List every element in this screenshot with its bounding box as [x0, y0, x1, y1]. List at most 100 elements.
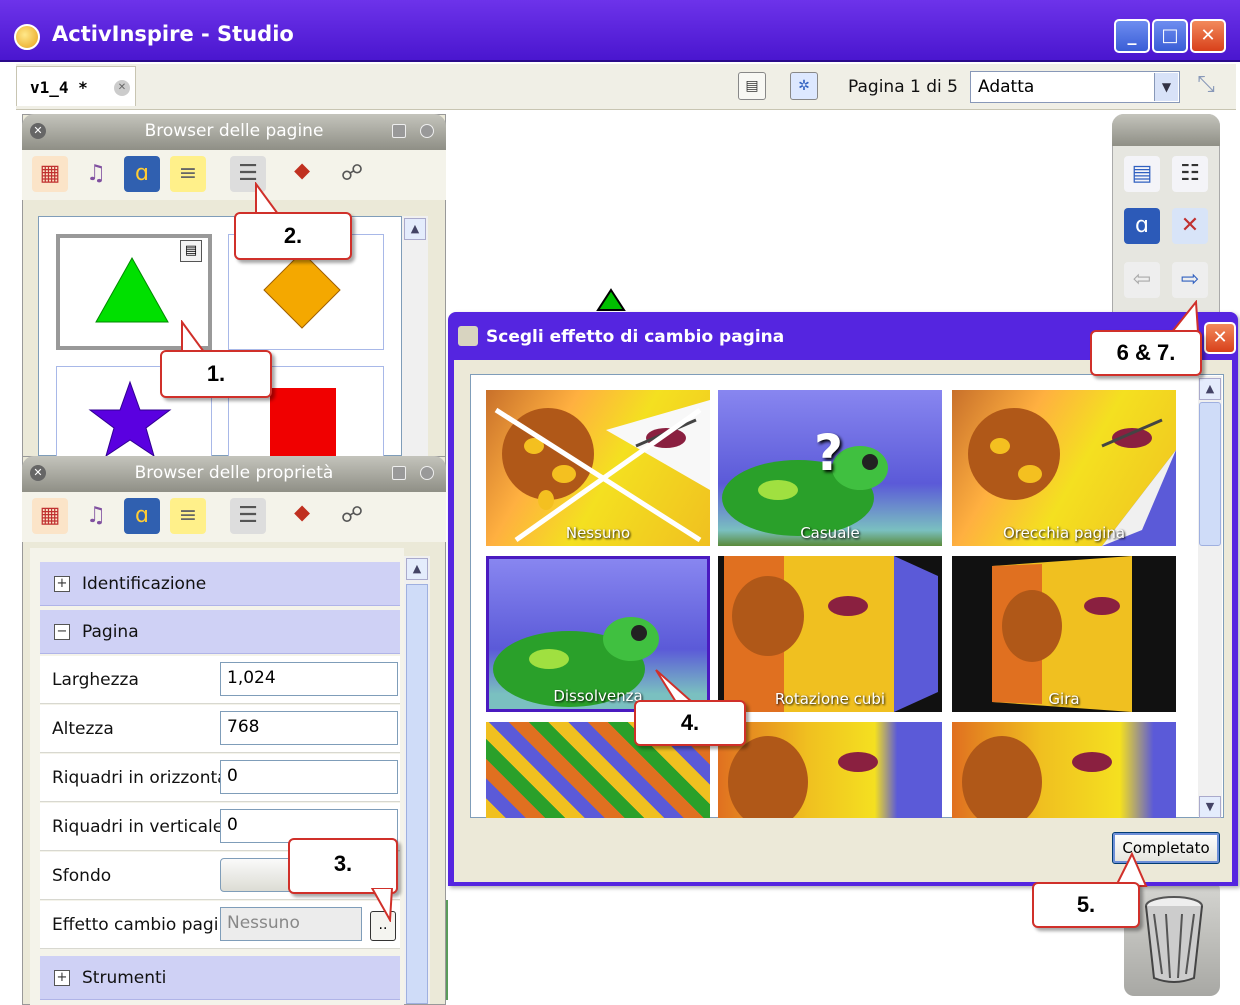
user-card-icon[interactable]: ☷ — [1172, 156, 1208, 192]
page-notes-icon[interactable]: ▤ — [738, 72, 766, 100]
property-browser-pin-icon[interactable] — [420, 466, 434, 480]
expand-icon[interactable]: + — [54, 970, 70, 986]
green-triangle — [95, 256, 169, 323]
page-list-icon[interactable]: ▤ — [1124, 156, 1160, 192]
property-browser-menu-icon[interactable] — [392, 466, 406, 480]
minimize-button[interactable]: _ — [1114, 19, 1150, 53]
larghezza-label: Larghezza — [52, 670, 139, 690]
scroll-up-icon[interactable]: ▲ — [406, 558, 428, 580]
section-identificazione[interactable]: + Identificazione — [40, 562, 400, 606]
effect-label: Gira — [1048, 690, 1080, 708]
fullscreen-icon[interactable]: ⤡ — [1186, 72, 1226, 102]
callout-3-pointer — [370, 888, 394, 922]
effect-label: Casuale — [800, 524, 860, 542]
orange-diamond — [263, 251, 341, 329]
riquadri-orizzontale-label: Riquadri in orizzonta — [52, 768, 222, 788]
section-strumenti[interactable]: + Strumenti — [40, 956, 400, 1000]
resource-browser-tab-icon[interactable]: ♫ — [78, 156, 114, 192]
effect-tile-nessuno[interactable]: Nessuno — [486, 390, 710, 546]
page-browser-tab-icon[interactable]: ▦ — [32, 156, 68, 192]
section-label: Strumenti — [82, 968, 167, 988]
next-page-icon[interactable]: ⇨ — [1172, 262, 1208, 298]
object-browser-tab-icon[interactable]: ɑ — [124, 156, 160, 192]
section-label: Identificazione — [82, 574, 207, 594]
property-browser-tab-icon[interactable]: ☰ — [230, 498, 266, 534]
effect-tile-9[interactable] — [952, 722, 1176, 818]
pen-icon[interactable]: ɑ — [1124, 208, 1160, 244]
cube-image — [724, 556, 938, 712]
effect-tile-8[interactable] — [718, 722, 942, 818]
page-notes-icon: ▤ — [180, 240, 202, 262]
resource-browser-tab-icon[interactable]: ♫ — [78, 498, 114, 534]
collapse-icon[interactable]: − — [54, 624, 70, 640]
red-square — [270, 388, 336, 458]
dialog-close-button[interactable]: ✕ — [1204, 322, 1236, 354]
scroll-up-icon[interactable]: ▲ — [1199, 378, 1221, 400]
canvas-triangle — [596, 288, 626, 311]
action-browser-tab-icon[interactable]: ⯁ — [284, 498, 320, 534]
giraffe-image — [962, 736, 1112, 818]
scroll-up-icon[interactable]: ▲ — [404, 218, 426, 240]
scroll-thumb[interactable] — [1199, 402, 1221, 546]
section-pagina[interactable]: − Pagina — [40, 610, 400, 654]
giraffe-image — [494, 400, 710, 543]
riquadri-verticale-label: Riquadri in verticale — [52, 817, 222, 837]
notes-browser-tab-icon[interactable]: ≡ — [170, 498, 206, 534]
callout-1: 1. — [160, 350, 272, 398]
maximize-button[interactable]: □ — [1152, 19, 1188, 53]
riquadri-orizzontale-field[interactable]: 0 — [220, 760, 398, 794]
larghezza-field[interactable]: 1,024 — [220, 662, 398, 696]
page-browser-scrollbar[interactable] — [402, 216, 428, 456]
question-icon: ? — [814, 424, 844, 482]
effect-tile-orecchia-pagina[interactable]: Orecchia pagina — [952, 390, 1176, 546]
object-browser-tab-icon[interactable]: ɑ — [124, 498, 160, 534]
dialog-title: Scegli effetto di cambio pagina — [486, 327, 785, 347]
chevron-down-icon[interactable]: ▼ — [1154, 73, 1178, 101]
altezza-field[interactable]: 768 — [220, 711, 398, 745]
page-browser-close-icon[interactable]: ✕ — [30, 123, 46, 139]
property-row-larghezza: Larghezza 1,024 — [40, 656, 400, 704]
page-browser-menu-icon[interactable] — [392, 124, 406, 138]
effect-tile-gira[interactable]: Gira — [952, 556, 1176, 712]
property-row-riquadri-orizzontale: Riquadri in orizzonta 0 — [40, 754, 400, 802]
sfondo-label: Sfondo — [52, 866, 112, 886]
effect-label: Rotazione cubi — [774, 690, 886, 708]
property-browser-title: Browser delle proprietà — [134, 463, 334, 483]
callout-2: 2. — [234, 212, 352, 260]
page-browser-title: Browser delle pagine — [144, 121, 324, 141]
callout-5: 5. — [1032, 882, 1140, 928]
dialog-app-icon — [458, 326, 478, 346]
page-browser-tab-icon[interactable]: ▦ — [32, 498, 68, 534]
property-row-effetto: Effetto cambio pagi Nessuno.. — [40, 901, 400, 949]
callout-3: 3. — [288, 838, 398, 894]
giraffe-image — [968, 408, 1176, 546]
trash-icon[interactable] — [1140, 894, 1208, 986]
page-browser-pin-icon[interactable] — [420, 124, 434, 138]
zoom-value: Adatta — [978, 77, 1035, 97]
document-tab-close-icon[interactable]: ✕ — [114, 80, 130, 96]
property-row-altezza: Altezza 768 — [40, 705, 400, 753]
close-button[interactable]: ✕ — [1190, 19, 1226, 53]
effect-tile-rotazione-cubi[interactable]: Rotazione cubi — [718, 556, 942, 712]
app-icon — [14, 24, 40, 50]
callout-4-pointer — [655, 669, 694, 703]
action-browser-tab-icon[interactable]: ⯁ — [284, 156, 320, 192]
scroll-thumb[interactable] — [406, 584, 428, 1004]
previous-page-icon[interactable]: ⇦ — [1124, 262, 1160, 298]
expand-icon[interactable]: + — [54, 576, 70, 592]
callout-6-7: 6 & 7. — [1090, 330, 1202, 376]
voting-browser-tab-icon[interactable]: ☍ — [334, 156, 370, 192]
voting-browser-tab-icon[interactable]: ☍ — [334, 498, 370, 534]
scroll-down-icon[interactable]: ▼ — [1199, 796, 1221, 818]
callout-6-pointer — [1169, 300, 1200, 333]
effect-tile-casuale[interactable]: ? Casuale — [718, 390, 942, 546]
page-effect-icon[interactable]: ✲ — [790, 72, 818, 100]
giraffe-image — [728, 736, 878, 818]
document-tab-label: v1_4 * — [30, 78, 88, 97]
property-browser-close-icon[interactable]: ✕ — [30, 465, 46, 481]
tools-icon[interactable]: ✕ — [1172, 208, 1208, 244]
window-title: ActivInspire - Studio — [52, 22, 294, 46]
section-label: Pagina — [82, 622, 139, 642]
callout-4: 4. — [634, 700, 746, 746]
notes-browser-tab-icon[interactable]: ≡ — [170, 156, 206, 192]
